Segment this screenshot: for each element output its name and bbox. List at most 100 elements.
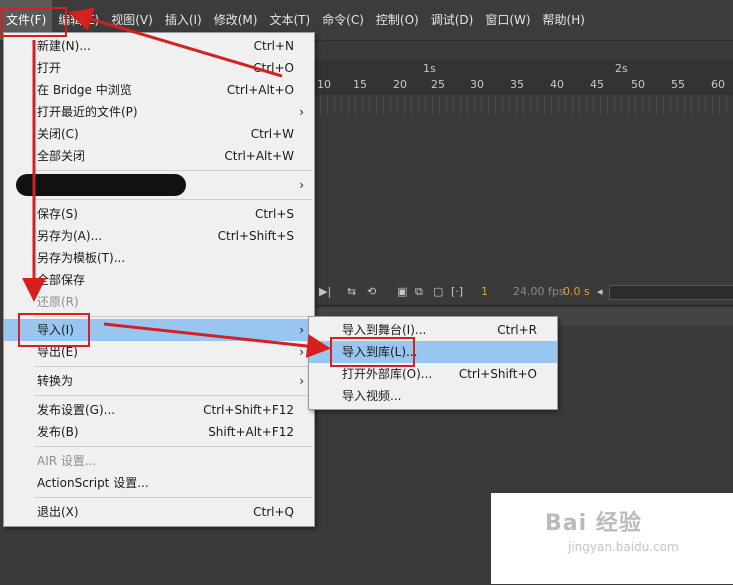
menu-item-shortcut: Ctrl+N bbox=[253, 39, 294, 53]
chevron-right-icon: › bbox=[299, 323, 304, 337]
menu-item-shortcut: Ctrl+S bbox=[254, 207, 294, 221]
menu-item-shortcut: Ctrl+Shift+F12 bbox=[203, 403, 294, 417]
menu-separator bbox=[34, 170, 312, 171]
ruler-frame-label: 55 bbox=[671, 78, 685, 91]
menu-item-save-as[interactable]: 另存为(A)... Ctrl+Shift+S bbox=[4, 225, 314, 247]
ruler-frame-label: 45 bbox=[590, 78, 604, 91]
ruler-frame-label: 50 bbox=[631, 78, 645, 91]
menu-item-label: 打开 bbox=[37, 61, 62, 75]
menu-item-label: 在 Bridge 中浏览 bbox=[37, 83, 132, 97]
chevron-right-icon: › bbox=[299, 105, 304, 119]
timeline-frame-ruler: 10 15 20 25 30 35 40 45 50 55 60 bbox=[313, 78, 733, 94]
menu-separator bbox=[34, 446, 312, 447]
menu-item-actionscript-settings[interactable]: ActionScript 设置... bbox=[4, 472, 314, 494]
menu-separator bbox=[34, 395, 312, 396]
menu-item-shortcut: Ctrl+Shift+S bbox=[217, 229, 294, 243]
scroll-left-icon[interactable]: ◂ bbox=[597, 285, 603, 298]
menu-item-shortcut: Ctrl+O bbox=[253, 61, 294, 75]
menu-item-label: 关闭(C) bbox=[37, 127, 79, 141]
center-frame-icon[interactable]: ▣ bbox=[397, 285, 407, 298]
menu-item-revert: 还原(R) bbox=[4, 291, 314, 313]
redaction-scribble bbox=[16, 174, 186, 196]
onion-skin-icon[interactable]: ⟲ bbox=[367, 285, 376, 298]
file-menu: 新建(N)... Ctrl+N 打开 Ctrl+O 在 Bridge 中浏览 C… bbox=[3, 32, 315, 527]
menu-item-shortcut: Ctrl+R bbox=[497, 323, 537, 337]
menu-commands[interactable]: 命令(C) bbox=[316, 0, 370, 40]
ruler-second-label: 2s bbox=[615, 62, 628, 75]
menu-item-shortcut: Ctrl+Alt+O bbox=[226, 83, 294, 97]
menu-item-shortcut: Shift+Alt+F12 bbox=[208, 425, 294, 439]
timeline-frame-ticks[interactable] bbox=[313, 95, 733, 115]
menu-debug[interactable]: 调试(D) bbox=[425, 0, 480, 40]
menu-item-label: AIR 设置... bbox=[37, 454, 97, 468]
menu-separator bbox=[34, 497, 312, 498]
annotation-box-import bbox=[18, 313, 90, 347]
timeline-scrollbar[interactable] bbox=[609, 285, 733, 300]
chevron-right-icon: › bbox=[299, 345, 304, 359]
ruler-frame-label: 30 bbox=[470, 78, 484, 91]
menu-item-label: 转换为 bbox=[37, 374, 74, 388]
ruler-frame-label: 40 bbox=[550, 78, 564, 91]
menu-item-label: 全部关闭 bbox=[37, 149, 86, 163]
menu-item-label: 打开最近的文件(P) bbox=[37, 105, 138, 119]
menu-item-publish[interactable]: 发布(B) Shift+Alt+F12 bbox=[4, 421, 314, 443]
menu-item-close[interactable]: 关闭(C) Ctrl+W bbox=[4, 123, 314, 145]
menu-item-save-as-template[interactable]: 另存为模板(T)... bbox=[4, 247, 314, 269]
annotation-box-import-to-library bbox=[330, 337, 415, 367]
menu-item-open-recent[interactable]: 打开最近的文件(P) › bbox=[4, 101, 314, 123]
timeline-seconds-ruler: 1s 2s bbox=[313, 62, 733, 78]
menu-item-label: 发布(B) bbox=[37, 425, 79, 439]
ruler-frame-label: 35 bbox=[510, 78, 524, 91]
menu-separator bbox=[34, 366, 312, 367]
watermark-logo: Bai 经验 bbox=[545, 511, 642, 536]
menu-item-save[interactable]: 保存(S) Ctrl+S bbox=[4, 203, 314, 225]
menu-item-label: 全部保存 bbox=[37, 273, 86, 287]
menu-window[interactable]: 窗口(W) bbox=[479, 0, 536, 40]
menu-item-import-video[interactable]: 导入视频... bbox=[309, 385, 557, 407]
ruler-frame-label: 10 bbox=[317, 78, 331, 91]
menu-item-shortcut: Ctrl+W bbox=[250, 127, 294, 141]
menu-item-convert-to[interactable]: 转换为 › bbox=[4, 370, 314, 392]
menu-item-open[interactable]: 打开 Ctrl+O bbox=[4, 57, 314, 79]
ruler-frame-label: 25 bbox=[431, 78, 445, 91]
menu-item-shortcut: Ctrl+Q bbox=[253, 505, 294, 519]
ruler-frame-label: 20 bbox=[393, 78, 407, 91]
menu-item-label: 导入视频... bbox=[342, 389, 402, 403]
menu-separator bbox=[34, 199, 312, 200]
menu-item-browse-bridge[interactable]: 在 Bridge 中浏览 Ctrl+Alt+O bbox=[4, 79, 314, 101]
onion-markers-icon[interactable]: [·] bbox=[451, 285, 463, 298]
menu-item-label: 保存(S) bbox=[37, 207, 78, 221]
menu-item-label: 新建(N)... bbox=[37, 39, 91, 53]
menu-item-new[interactable]: 新建(N)... Ctrl+N bbox=[4, 35, 314, 57]
menu-item-shortcut: Ctrl+Shift+O bbox=[458, 367, 537, 381]
timeline-layers-area[interactable] bbox=[313, 115, 733, 275]
ruler-frame-label: 60 bbox=[711, 78, 725, 91]
ruler-frame-label: 15 bbox=[353, 78, 367, 91]
play-icon[interactable]: ▶| bbox=[319, 285, 331, 298]
menu-item-exit[interactable]: 退出(X) Ctrl+Q bbox=[4, 501, 314, 523]
onion-outline-icon[interactable]: ⧉ bbox=[415, 285, 423, 299]
loop-icon[interactable]: ⇆ bbox=[347, 285, 356, 298]
chevron-right-icon: › bbox=[299, 178, 304, 192]
menu-item-label: ActionScript 设置... bbox=[37, 476, 149, 490]
current-frame[interactable]: 1 bbox=[481, 285, 488, 298]
menu-item-close-all[interactable]: 全部关闭 Ctrl+Alt+W bbox=[4, 145, 314, 167]
menu-item-label: 还原(R) bbox=[37, 295, 79, 309]
menu-item-label: 发布设置(G)... bbox=[37, 403, 116, 417]
menu-item-save-all[interactable]: 全部保存 bbox=[4, 269, 314, 291]
watermark-url: jingyan.baidu.com bbox=[568, 540, 679, 554]
annotation-box-file bbox=[1, 7, 67, 37]
menu-item-label: 另存为(A)... bbox=[37, 229, 103, 243]
menu-item-air-settings: AIR 设置... bbox=[4, 450, 314, 472]
edit-multiple-icon[interactable]: ▢ bbox=[433, 285, 443, 298]
menu-control[interactable]: 控制(O) bbox=[370, 0, 425, 40]
ruler-second-label: 1s bbox=[423, 62, 436, 75]
menu-item-publish-settings[interactable]: 发布设置(G)... Ctrl+Shift+F12 bbox=[4, 399, 314, 421]
menu-item-shortcut: Ctrl+Alt+W bbox=[224, 149, 294, 163]
menu-item-label: 另存为模板(T)... bbox=[37, 251, 126, 265]
menu-help[interactable]: 帮助(H) bbox=[537, 0, 591, 40]
elapsed-time: 0.0 s bbox=[563, 285, 590, 298]
chevron-right-icon: › bbox=[299, 374, 304, 388]
frame-rate[interactable]: 24.00 fps bbox=[513, 285, 565, 298]
menu-item-label: 退出(X) bbox=[37, 505, 79, 519]
